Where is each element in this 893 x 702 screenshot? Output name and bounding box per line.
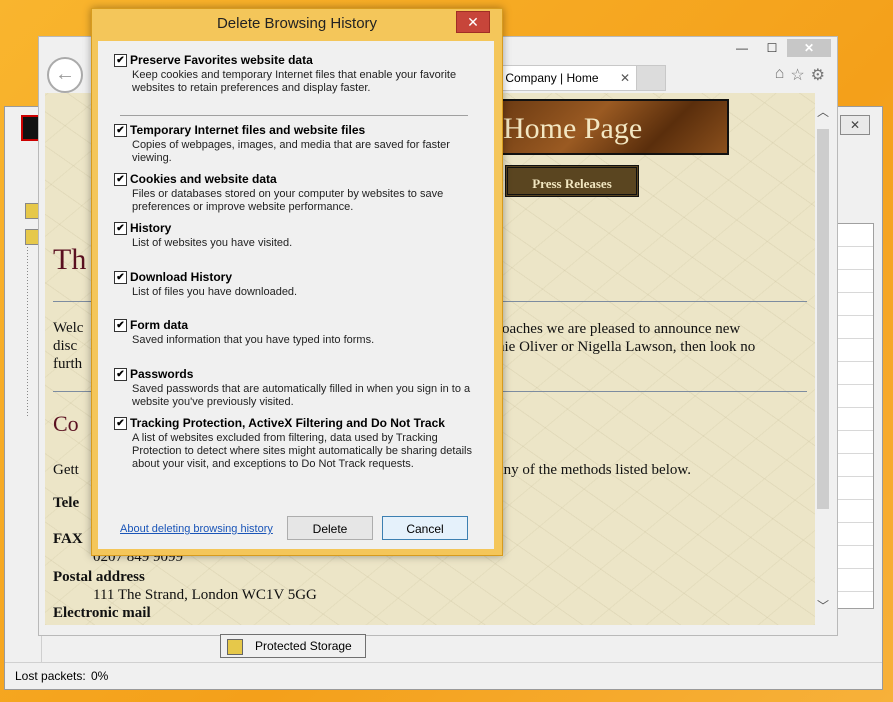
contact-heading: Co <box>53 411 79 436</box>
tab-label: k Company | Home <box>496 71 599 85</box>
option-description: Saved passwords that are automatically f… <box>132 383 471 408</box>
list-panel <box>832 223 874 609</box>
vertical-scrollbar[interactable]: ︿ ﹀ <box>815 101 831 617</box>
tree-panel <box>5 107 42 663</box>
page-heading: Th <box>53 243 87 276</box>
tab-company-home[interactable]: k Company | Home ✕ <box>491 65 637 91</box>
new-tab-button[interactable] <box>636 65 666 91</box>
postal-label: Postal address <box>53 569 145 585</box>
window-controls: — ☐ ✕ <box>727 39 831 57</box>
lost-packets-label: Lost packets: <box>15 669 86 683</box>
lost-packets-value: 0% <box>91 669 109 683</box>
cancel-button[interactable]: Cancel <box>382 516 468 540</box>
checkbox-history[interactable]: ✔ <box>114 222 127 235</box>
intro-text-line2: nie Oliver or Nigella Lawson, then look … <box>497 339 756 355</box>
back-arrow-icon[interactable]: ← <box>47 57 83 93</box>
option-description: Files or databases stored on your comput… <box>132 188 444 213</box>
tree-connector <box>27 247 28 417</box>
checkbox-tracking-protection[interactable]: ✔ <box>114 417 127 430</box>
option-description: List of files you have downloaded. <box>132 286 298 298</box>
storage-icon <box>227 639 243 655</box>
home-icon[interactable]: ⌂ <box>775 65 785 85</box>
option-description: Saved information that you have typed in… <box>132 334 375 346</box>
option-description: A list of websites excluded from filteri… <box>132 432 472 470</box>
option-label[interactable]: Form data <box>130 318 188 332</box>
scrollbar-thumb[interactable] <box>817 129 829 509</box>
email-label: Electronic mail <box>53 605 151 621</box>
checkbox-form-data[interactable]: ✔ <box>114 319 127 332</box>
telephone-label: Tele <box>53 495 80 511</box>
scroll-down-icon[interactable]: ﹀ <box>815 597 831 615</box>
checkbox-cookies[interactable]: ✔ <box>114 173 127 186</box>
checkbox-temporary-files[interactable]: ✔ <box>114 124 127 137</box>
delete-button[interactable]: Delete <box>287 516 373 540</box>
minimize-button[interactable]: — <box>727 39 757 57</box>
option-description: Copies of webpages, images, and media th… <box>132 139 450 164</box>
protected-storage-button[interactable]: Protected Storage <box>220 634 366 658</box>
intro-text-left: Welc disc furth <box>53 320 84 372</box>
scroll-up-icon[interactable]: ︿ <box>815 103 831 121</box>
option-label[interactable]: Tracking Protection, ActiveX Filtering a… <box>130 416 445 430</box>
close-icon[interactable]: ✕ <box>840 115 870 135</box>
separator <box>120 115 468 116</box>
contact-intro-right: any of the methods listed below. <box>497 462 691 478</box>
press-releases-button[interactable]: Press Releases <box>505 165 639 197</box>
dialog-body: ✔ Preserve Favorites website data Keep c… <box>98 41 494 549</box>
option-label[interactable]: Preserve Favorites website data <box>130 53 313 67</box>
favorites-star-icon[interactable]: ☆ <box>790 65 804 85</box>
maximize-button[interactable]: ☐ <box>757 39 787 57</box>
status-bar: Lost packets: 0% <box>5 662 882 689</box>
intro-text-line1: roaches we are pleased to announce new <box>497 321 741 337</box>
postal-address: 111 The Strand, London WC1V 5GG <box>93 587 317 603</box>
toolbar-icons: ⌂ ☆ ⚙ <box>775 65 825 85</box>
contact-intro-left: Gett <box>53 462 79 478</box>
option-label[interactable]: Cookies and website data <box>130 172 277 186</box>
home-page-banner: Home Page <box>497 99 729 155</box>
checkbox-preserve-favorites[interactable]: ✔ <box>114 54 127 67</box>
delete-browsing-history-dialog: Delete Browsing History ✕ ✔ Preserve Fav… <box>91 8 503 556</box>
close-button[interactable]: ✕ <box>787 39 831 57</box>
about-deleting-history-link[interactable]: About deleting browsing history <box>120 523 273 535</box>
option-description: List of websites you have visited. <box>132 237 293 249</box>
checkbox-download-history[interactable]: ✔ <box>114 271 127 284</box>
option-label[interactable]: Temporary Internet files and website fil… <box>130 123 365 137</box>
tab-close-icon[interactable]: ✕ <box>620 66 630 90</box>
settings-gear-icon[interactable]: ⚙ <box>811 65 825 85</box>
option-label[interactable]: Passwords <box>130 367 193 381</box>
checkbox-passwords[interactable]: ✔ <box>114 368 127 381</box>
dialog-title: Delete Browsing History <box>216 15 378 32</box>
option-label[interactable]: History <box>130 221 171 235</box>
close-icon[interactable]: ✕ <box>456 11 490 33</box>
option-label[interactable]: Download History <box>130 270 232 284</box>
fax-label: FAX <box>53 531 83 547</box>
option-description: Keep cookies and temporary Internet file… <box>132 69 457 94</box>
protected-storage-label: Protected Storage <box>255 639 352 653</box>
